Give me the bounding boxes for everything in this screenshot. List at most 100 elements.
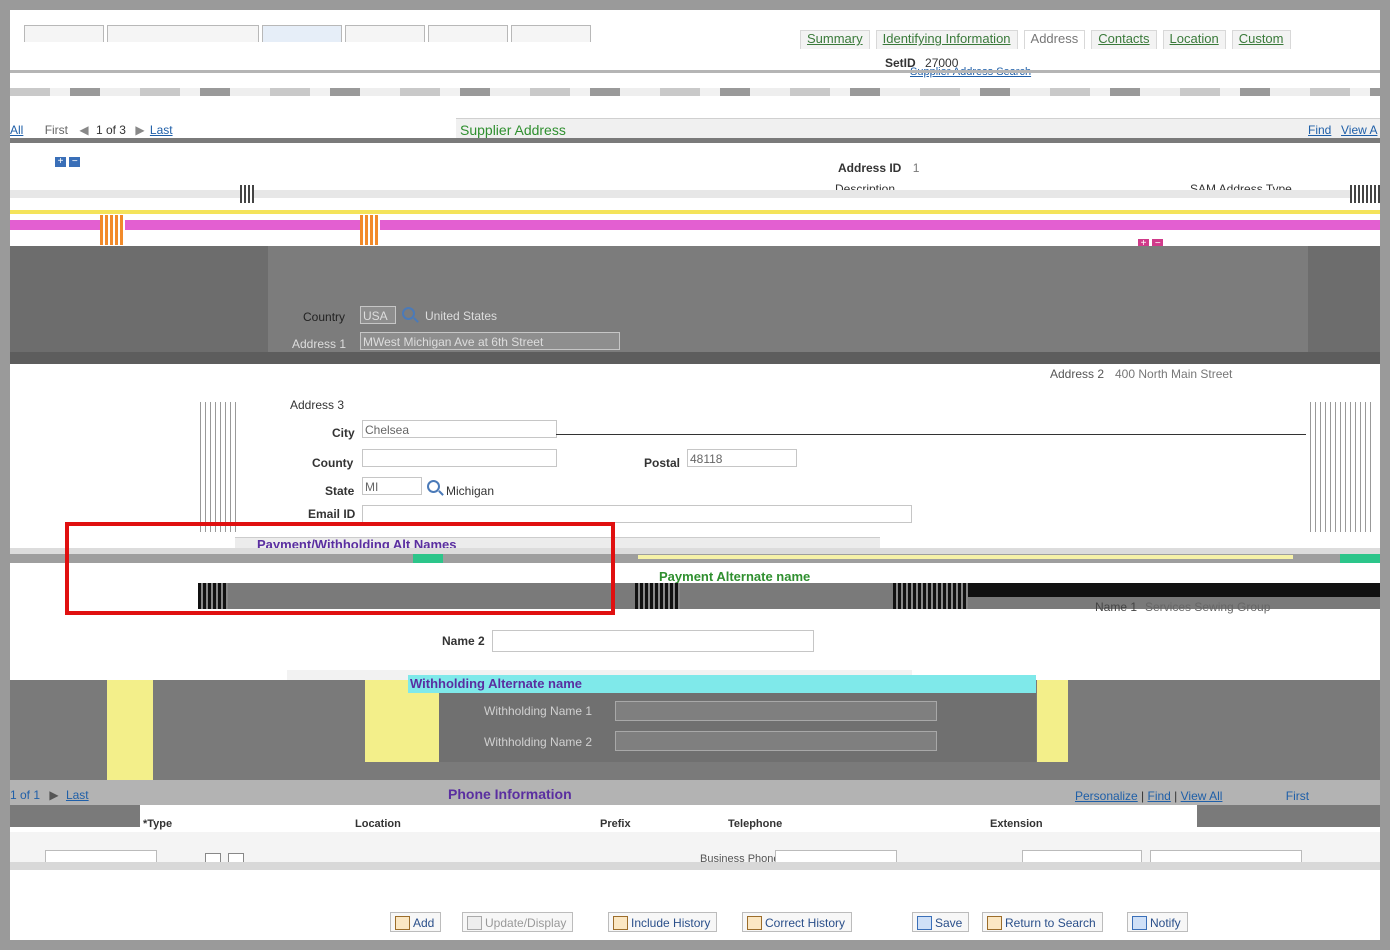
withholding-name2-label: Withholding Name 2 [484, 735, 593, 749]
notify-button[interactable]: Notify [1127, 912, 1188, 932]
withholding-name1-field[interactable] [615, 701, 937, 721]
phone-grid-controls: Personalize | Find | View All First [1075, 789, 1310, 803]
col-extension: Extension [990, 818, 1043, 830]
tab-contacts[interactable]: Contacts [1091, 30, 1157, 49]
glitch-mark [107, 680, 153, 780]
tab-summary[interactable]: Summary [800, 30, 870, 49]
glitch-band [10, 190, 1380, 198]
state-name: Michigan [446, 484, 495, 498]
glitch-mark [200, 402, 240, 532]
include-history-button[interactable]: Include History [608, 912, 718, 932]
col-prefix: Prefix [600, 818, 631, 830]
tab-location[interactable]: Location [1162, 30, 1226, 49]
delete-row-icon[interactable]: − [69, 157, 81, 167]
state-lookup-icon[interactable] [427, 480, 440, 496]
personalize-link[interactable]: Personalize [1075, 789, 1138, 803]
country-field[interactable]: USA [360, 306, 396, 324]
postal-label: Postal [644, 456, 681, 470]
email-label: Email ID [308, 507, 356, 521]
address-id-row: Address ID 1 [838, 161, 919, 175]
address1-label: Address 1 [292, 337, 347, 351]
glitch-mark [1037, 680, 1068, 762]
glitch-mark [360, 215, 380, 245]
address2-value: 400 North Main Street [1115, 367, 1233, 381]
withholding-alt-name-header: Withholding Alternate name [408, 675, 1036, 693]
glitch-mark [1310, 402, 1375, 532]
withholding-name1-label: Withholding Name 1 [484, 704, 593, 718]
city-field[interactable]: Chelsea [362, 420, 557, 438]
tab-ghost [107, 25, 259, 42]
glitch-mark [1197, 805, 1380, 827]
country-label: Country [303, 310, 346, 324]
col-location: Location [355, 818, 401, 830]
supplier-address-title: Supplier Address [460, 122, 566, 138]
view-all-link[interactable]: All [10, 123, 23, 137]
glitch-mark [968, 583, 1380, 597]
withholding-name2-field[interactable] [615, 731, 937, 751]
email-field[interactable] [362, 505, 912, 523]
tab-ghost [511, 25, 591, 42]
county-field[interactable] [362, 449, 557, 467]
glitch-mark [240, 185, 254, 203]
highlight-box [65, 522, 615, 615]
correct-history-button[interactable]: Correct History [742, 912, 853, 932]
divider [556, 434, 1306, 435]
state-field[interactable]: MI [362, 477, 422, 495]
name1-label: Name 1 [1095, 600, 1138, 614]
address3-label: Address 3 [290, 398, 345, 412]
save-button[interactable]: Save [912, 912, 970, 932]
divider [10, 70, 1380, 73]
city-label: City [332, 426, 355, 440]
glitch-mark [1350, 185, 1380, 203]
record-position: 1 of 3 [95, 123, 126, 137]
phone-nav-left: 1 of 1 ▶ Last [10, 788, 89, 802]
page-frame: Summary Identifying Information Address … [10, 10, 1380, 940]
add-row-icon[interactable]: + [55, 157, 66, 167]
last-link[interactable]: Last [150, 123, 173, 137]
phone-first-link[interactable]: First [1286, 789, 1309, 803]
name2-field[interactable] [492, 630, 814, 652]
tab-ghost [262, 25, 342, 42]
col-telephone: Telephone [728, 818, 783, 830]
state-label: State [325, 484, 355, 498]
tab-identifying-information[interactable]: Identifying Information [875, 30, 1018, 49]
prev-icon[interactable]: ◀ [79, 123, 88, 137]
phone-last-link[interactable]: Last [66, 788, 89, 802]
glitch-mark [893, 583, 968, 609]
address2-label: Address 2 [1050, 367, 1105, 381]
glitch-band [10, 352, 1380, 364]
glitch-band [10, 210, 1380, 214]
glitch-mark [10, 805, 140, 827]
tab-address[interactable]: Address [1023, 30, 1086, 49]
glitch-band [10, 862, 1380, 870]
name2-label: Name 2 [442, 634, 485, 648]
find-link[interactable]: Find [1308, 123, 1331, 137]
next-icon[interactable]: ▶ [135, 123, 144, 137]
divider [10, 138, 1380, 143]
update-display-button[interactable]: Update/Display [462, 912, 574, 932]
first-link[interactable]: First [45, 123, 68, 137]
county-label: County [312, 456, 354, 470]
tab-ghost [428, 25, 508, 42]
page-tabs: Summary Identifying Information Address … [800, 30, 1291, 49]
postal-field[interactable]: 48118 [687, 449, 797, 467]
return-to-search-button[interactable]: Return to Search [982, 912, 1103, 932]
row-controls: + − [55, 153, 81, 167]
address-id-value: 1 [912, 161, 920, 175]
glitch-mark [100, 215, 125, 245]
phone-grid-header [10, 805, 1380, 827]
phone-next-icon[interactable]: ▶ [49, 788, 58, 802]
tab-ghost [345, 25, 425, 42]
col-type: *Type [143, 818, 173, 830]
view-all-link[interactable]: View A [1341, 123, 1377, 137]
glitch-mark [1340, 554, 1380, 563]
record-nav: All First ◀ 1 of 3 ▶ Last [10, 123, 173, 137]
address1-field[interactable]: MWest Michigan Ave at 6th Street [360, 332, 620, 350]
tab-custom[interactable]: Custom [1231, 30, 1291, 49]
country-lookup-icon[interactable] [402, 307, 415, 323]
phone-find-link[interactable]: Find [1148, 789, 1171, 803]
phone-view-all-link[interactable]: View All [1181, 789, 1223, 803]
glitch-band [10, 88, 1380, 96]
glitch-mark [635, 583, 680, 609]
add-button[interactable]: Add [390, 912, 442, 932]
